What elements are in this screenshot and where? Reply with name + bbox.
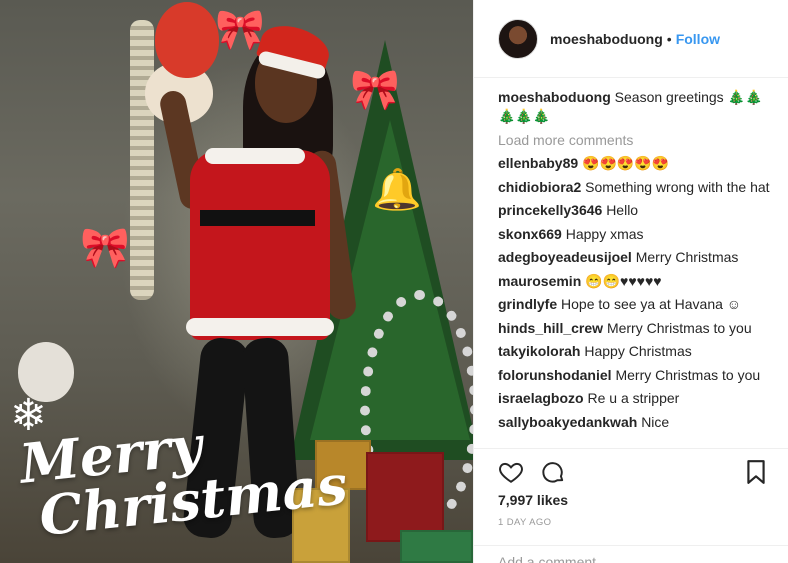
comment-text: 😍😍😍😍😍	[582, 155, 670, 171]
comment-item: adegboyeadeusijoel Merry Christmas	[498, 248, 774, 267]
comment-username[interactable]: maurosemin	[498, 273, 581, 289]
gift-box	[366, 452, 444, 542]
post-sidebar: moeshaboduong • Follow moeshaboduong Sea…	[473, 0, 788, 563]
gold-bell-ornament: 🔔	[372, 168, 422, 212]
header-username[interactable]: moeshaboduong	[550, 31, 663, 47]
comment-item: folorunshodaniel Merry Christmas to you	[498, 366, 774, 385]
bookmark-icon[interactable]	[745, 459, 767, 485]
comment-text: Something wrong with the hat	[585, 178, 770, 195]
comment-item: princekelly3646 Hello	[498, 201, 774, 220]
red-dress	[190, 150, 330, 340]
load-more-comments-button[interactable]: Load more comments	[498, 132, 774, 148]
gift-box	[400, 530, 473, 563]
caption-username[interactable]: moeshaboduong	[498, 89, 611, 105]
comment-username[interactable]: folorunshodaniel	[498, 367, 612, 383]
comment-item: sallyboakyedankwah Nice	[498, 413, 774, 432]
dress-trim-top	[205, 148, 305, 164]
black-belt	[200, 210, 315, 226]
comment-username[interactable]: sallyboakyedankwah	[498, 414, 637, 430]
comments-list[interactable]: moeshaboduong Season greetings 🎄🎄 🎄🎄🎄 Lo…	[498, 88, 774, 448]
comment-username[interactable]: princekelly3646	[498, 202, 602, 218]
comment-text: Merry Christmas to you	[606, 319, 752, 336]
comment-text: Re u a stripper	[587, 390, 680, 406]
comment-bubble-icon[interactable]	[540, 459, 566, 485]
gold-bow-ornament: 🎀	[80, 226, 130, 270]
post-photo[interactable]: 🎀 🎀 🎀 🔔 ❄ Merry Christmas	[0, 0, 473, 563]
dress-trim-hem	[186, 318, 334, 336]
comment-username[interactable]: chidiobiora2	[498, 179, 581, 195]
red-bow-ornament: 🎀	[350, 68, 400, 112]
comment-username[interactable]: takyikolorah	[498, 343, 580, 359]
gold-bow-ornament: 🎀	[215, 8, 265, 52]
red-balloon	[155, 2, 219, 78]
comment-text: 😁😁♥♥♥♥♥	[585, 272, 662, 289]
comment-username[interactable]: grindlyfe	[498, 296, 557, 312]
comment-text: Merry Christmas to you	[615, 366, 761, 383]
add-comment-input[interactable]: Add a comment…	[474, 545, 788, 563]
post-actions: 7,997 likes 1 DAY AGO Add a comment…	[474, 448, 788, 563]
comment-text: Merry Christmas	[635, 249, 739, 265]
comment-item: maurosemin 😁😁♥♥♥♥♥	[498, 272, 774, 291]
likes-count[interactable]: 7,997 likes	[498, 492, 568, 508]
comment-username[interactable]: adegboyeadeusijoel	[498, 249, 632, 265]
comment-item: israelagbozo Re u a stripper	[498, 389, 774, 408]
comment-username[interactable]: ellenbaby89	[498, 155, 578, 171]
caption: moeshaboduong Season greetings 🎄🎄 🎄🎄🎄	[498, 88, 774, 126]
comment-item: chidiobiora2 Something wrong with the ha…	[498, 178, 774, 197]
post-header: moeshaboduong • Follow	[474, 0, 788, 78]
comment-text: Happy Christmas	[584, 343, 692, 359]
follow-button[interactable]: Follow	[676, 31, 720, 47]
comment-item: skonx669 Happy xmas	[498, 225, 774, 244]
comment-username[interactable]: israelagbozo	[498, 390, 584, 406]
comment-text: Nice	[641, 413, 670, 430]
comment-item: ellenbaby89 😍😍😍😍😍	[498, 154, 774, 173]
comment-username[interactable]: hinds_hill_crew	[498, 320, 603, 336]
comment-item: takyikolorah Happy Christmas	[498, 342, 774, 361]
comment-item: hinds_hill_crew Merry Christmas to you	[498, 319, 774, 338]
comment-text: Hope to see ya at Havana ☺	[561, 296, 742, 312]
comment-item: grindlyfe Hope to see ya at Havana ☺	[498, 295, 774, 314]
comment-text: Happy xmas	[565, 225, 644, 242]
heart-icon[interactable]	[498, 459, 524, 485]
action-icons	[498, 459, 566, 485]
header-separator: •	[666, 30, 672, 47]
post-timestamp[interactable]: 1 DAY AGO	[498, 517, 551, 528]
avatar[interactable]	[498, 18, 538, 59]
comment-username[interactable]: skonx669	[498, 226, 562, 242]
tinsel-garland	[130, 20, 154, 300]
comment-text: Hello	[606, 202, 639, 218]
